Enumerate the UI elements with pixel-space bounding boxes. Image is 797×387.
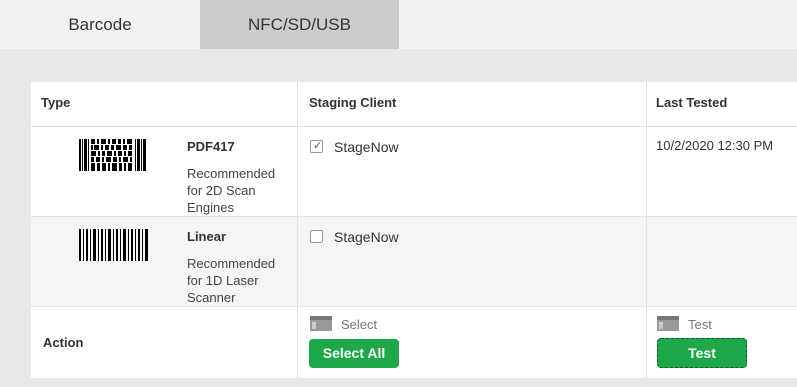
- select-window-icon: [310, 316, 332, 331]
- desc-line: Recommended: [187, 256, 276, 271]
- tab-nfc-sd-usb[interactable]: NFC/SD/USB: [200, 0, 399, 49]
- client-label-pdf417: StageNow: [334, 139, 399, 155]
- type-name-pdf417: PDF417: [187, 139, 235, 154]
- header-type: Type: [41, 95, 71, 110]
- select-all-button[interactable]: Select All: [309, 339, 399, 368]
- desc-line: Engines: [187, 200, 234, 215]
- type-desc-pdf417: Recommended for 2D Scan Engines: [187, 165, 275, 216]
- test-window-icon: [657, 316, 679, 331]
- stagenow-checkbox-pdf417[interactable]: ✓: [310, 140, 323, 153]
- row-divider: [31, 306, 797, 307]
- check-icon: ✓: [313, 140, 323, 152]
- select-label: Select: [341, 317, 378, 332]
- row-divider: [31, 216, 797, 217]
- client-label-linear: StageNow: [334, 229, 399, 245]
- type-name-linear: Linear: [187, 229, 227, 244]
- stagenow-checkbox-linear[interactable]: [310, 230, 323, 243]
- action-label: Action: [43, 335, 84, 350]
- desc-line: for 2D Scan: [187, 183, 256, 198]
- tab-barcode[interactable]: Barcode: [0, 0, 200, 49]
- header-last-tested: Last Tested: [656, 95, 728, 110]
- last-tested-pdf417: 10/2/2020 12:30 PM: [656, 138, 774, 153]
- desc-line: Recommended: [187, 166, 276, 181]
- barcode-table: Type Staging Client Last Tested PDF417 R…: [31, 82, 797, 378]
- desc-line: Scanner: [187, 290, 236, 305]
- header-staging-client: Staging Client: [309, 95, 397, 110]
- test-button[interactable]: Test: [657, 338, 747, 368]
- tab-bar: Barcode NFC/SD/USB: [0, 0, 797, 49]
- linear-barcode-icon: [79, 229, 148, 261]
- row-divider: [31, 126, 797, 127]
- type-desc-linear: Recommended for 1D Laser Scanner: [187, 255, 275, 306]
- pdf417-barcode-icon: [79, 139, 146, 171]
- test-label: Test: [688, 317, 712, 332]
- desc-line: for 1D Laser: [187, 273, 259, 288]
